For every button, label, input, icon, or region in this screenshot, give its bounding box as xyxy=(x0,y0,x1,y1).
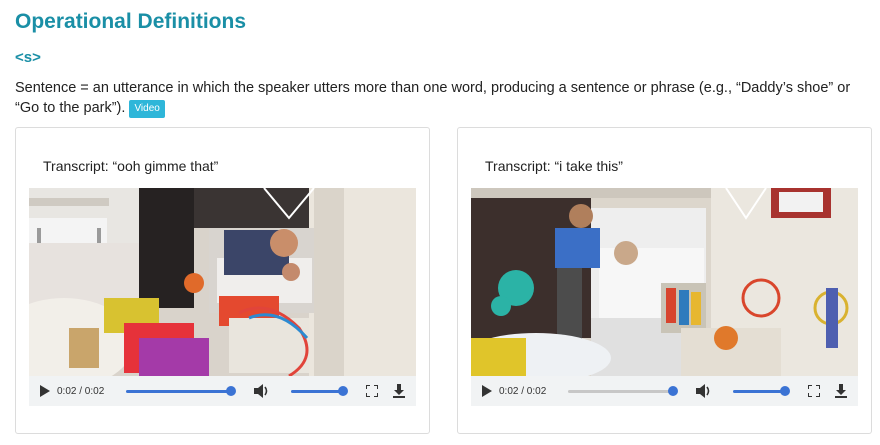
definition-text: Sentence = an utterance in which the spe… xyxy=(15,78,865,118)
video-player[interactable]: 0:02 / 0:02 xyxy=(29,188,416,406)
play-icon xyxy=(482,385,492,397)
transcript-label: Transcript: “ooh gimme that” xyxy=(43,158,219,174)
example-card: Transcript: “ooh gimme that” 0:02 / 0:02 xyxy=(15,127,430,434)
fullscreen-button[interactable] xyxy=(365,376,379,406)
video-frame xyxy=(29,188,416,376)
volume-knob[interactable] xyxy=(338,386,348,396)
fullscreen-button[interactable] xyxy=(807,376,821,406)
fullscreen-icon xyxy=(366,385,378,397)
seek-track[interactable] xyxy=(568,390,674,393)
seek-track[interactable] xyxy=(126,390,232,393)
download-button[interactable] xyxy=(392,376,406,406)
seek-knob[interactable] xyxy=(226,386,236,396)
video-frame xyxy=(471,188,858,376)
mute-button[interactable] xyxy=(253,376,271,406)
download-icon xyxy=(835,384,847,398)
download-icon xyxy=(393,384,405,398)
code-tag: <s> xyxy=(15,49,41,66)
volume-icon xyxy=(696,384,710,398)
volume-knob[interactable] xyxy=(780,386,790,396)
video-controls: 0:02 / 0:02 xyxy=(471,376,858,406)
mute-button[interactable] xyxy=(695,376,713,406)
seek-knob[interactable] xyxy=(668,386,678,396)
download-button[interactable] xyxy=(834,376,848,406)
page-title: Operational Definitions xyxy=(15,10,247,33)
play-button[interactable] xyxy=(479,376,495,406)
volume-icon xyxy=(254,384,268,398)
time-display: 0:02 / 0:02 xyxy=(57,385,105,397)
fullscreen-icon xyxy=(808,385,820,397)
play-button[interactable] xyxy=(37,376,53,406)
time-display: 0:02 / 0:02 xyxy=(499,385,547,397)
example-card: Transcript: “i take this” 0:02 / 0:02 xyxy=(457,127,872,434)
video-player[interactable]: 0:02 / 0:02 xyxy=(471,188,858,406)
transcript-label: Transcript: “i take this” xyxy=(485,158,623,174)
play-icon xyxy=(40,385,50,397)
video-controls: 0:02 / 0:02 xyxy=(29,376,416,406)
video-badge[interactable]: Video xyxy=(129,100,165,118)
